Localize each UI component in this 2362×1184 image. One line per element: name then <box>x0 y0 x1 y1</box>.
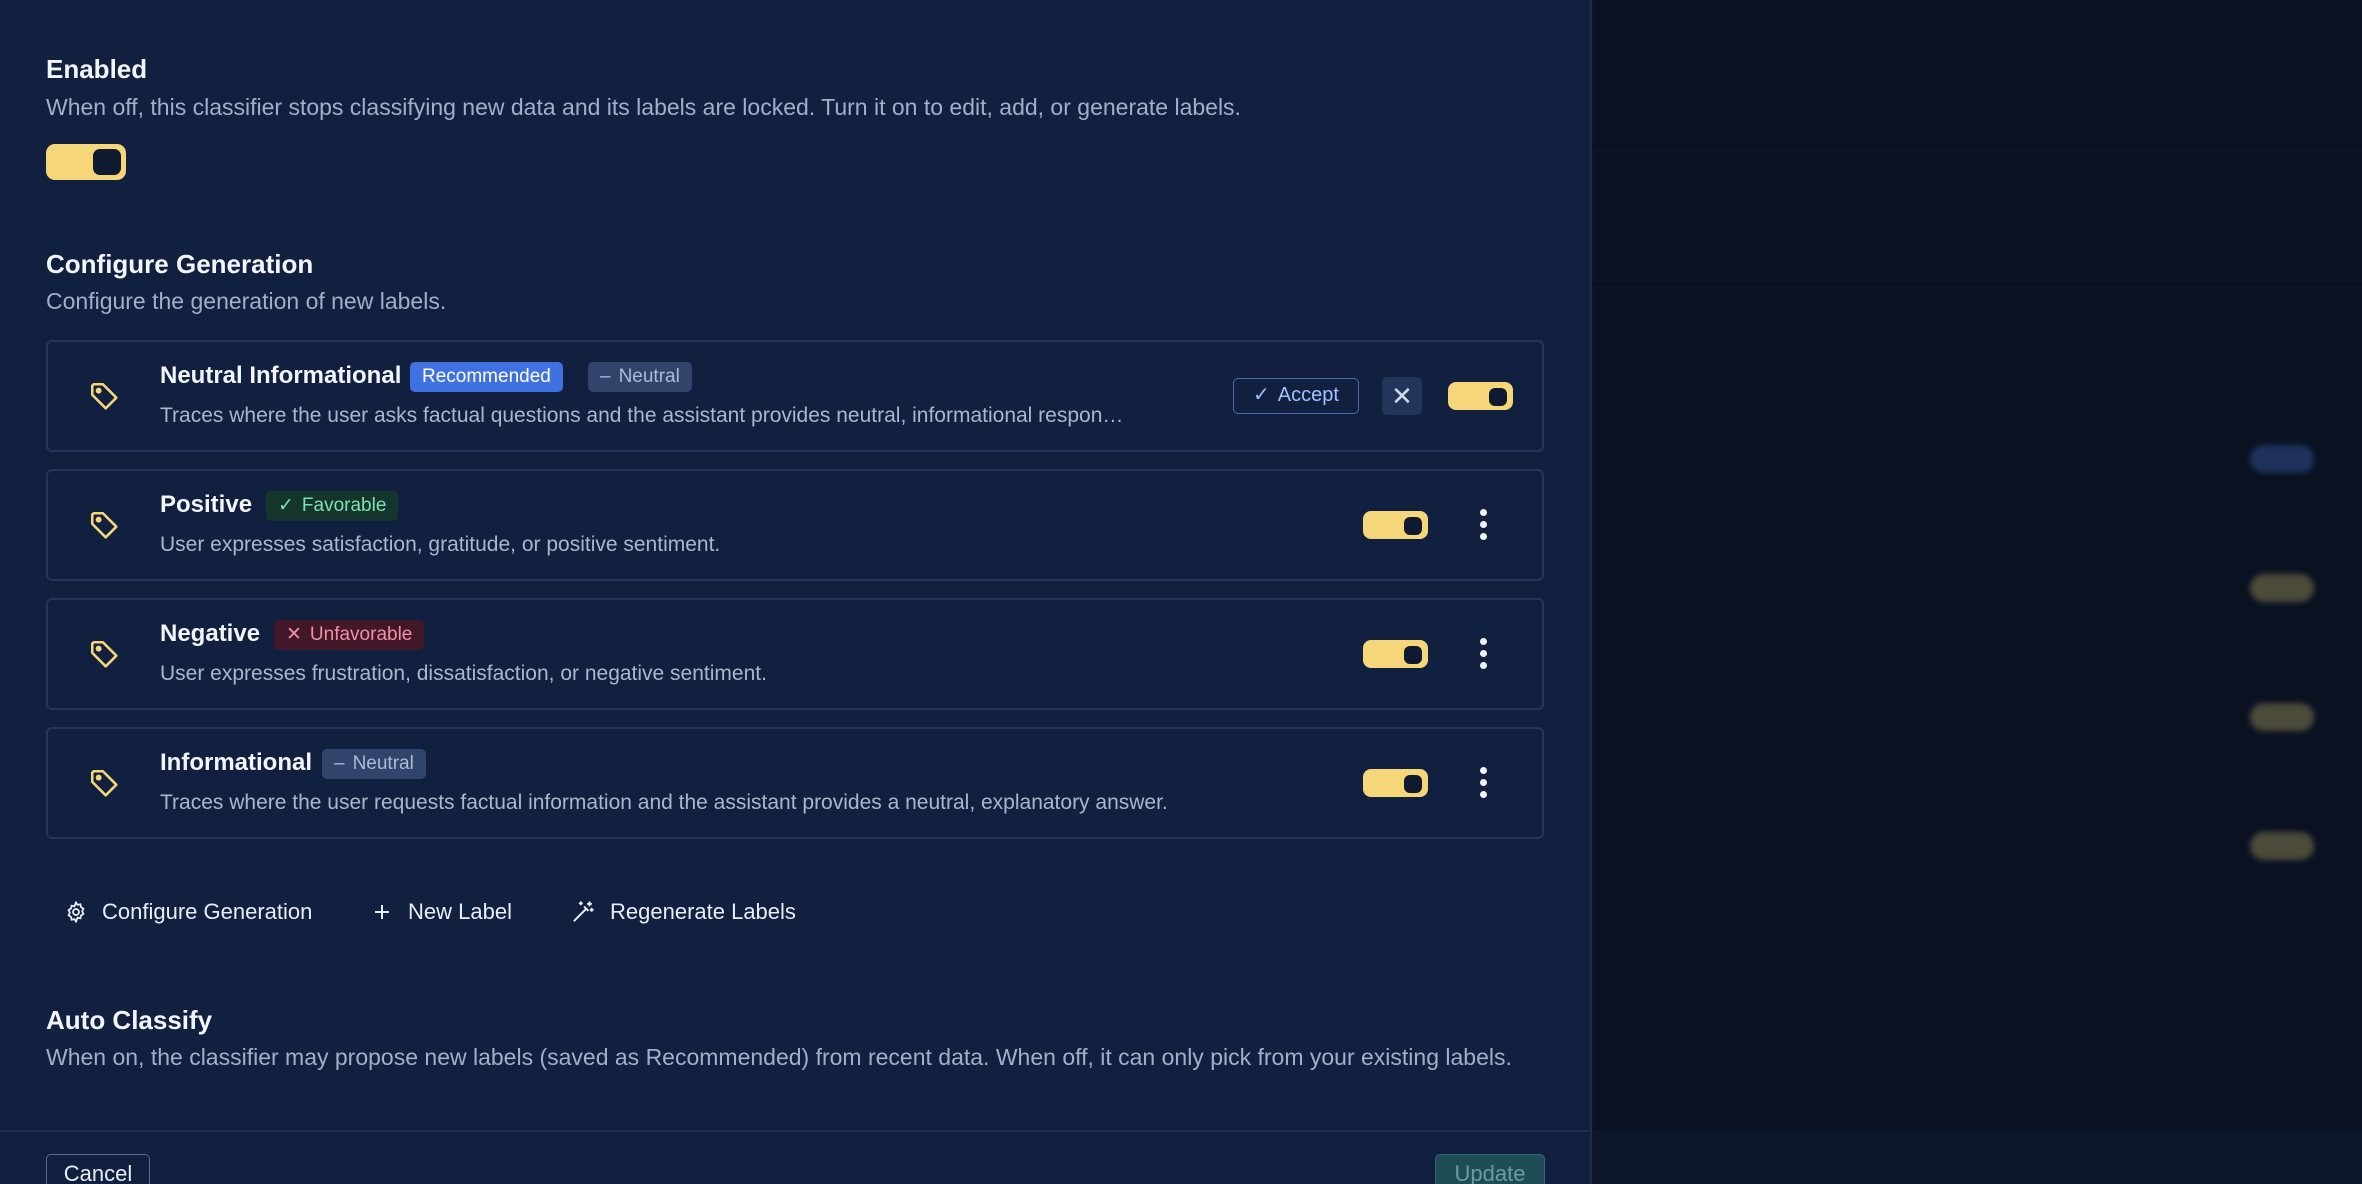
gear-icon <box>67 900 85 924</box>
label-enabled-toggle[interactable] <box>1363 511 1428 539</box>
accept-button[interactable]: ✓ Accept <box>1233 378 1359 414</box>
cancel-button[interactable]: Cancel <box>46 1154 150 1184</box>
label-description: Traces where the user asks factual quest… <box>160 404 1124 427</box>
label-name: Informational <box>160 749 313 776</box>
background-badge <box>2250 445 2314 473</box>
more-options-icon[interactable] <box>1478 509 1488 543</box>
classifier-settings-panel: Enabled When off, this classifier stops … <box>0 0 1592 1184</box>
check-icon: ✓ <box>1253 384 1270 406</box>
accept-label: Accept <box>1277 384 1339 406</box>
configure-generation-title: Configure Generation <box>46 249 314 279</box>
label-card-informational: Informational – Neutral Traces where the … <box>46 727 1544 839</box>
label-card-positive: Positive ✓ Favorable User expresses satis… <box>46 469 1544 581</box>
background-toggle <box>2250 832 2314 860</box>
enabled-title: Enabled <box>46 54 148 84</box>
minus-icon: – <box>600 366 611 387</box>
tag-icon <box>90 769 118 797</box>
label-description: User expresses satisfaction, gratitude, … <box>160 533 721 556</box>
configure-generation-description: Configure the generation of new labels. <box>46 288 447 314</box>
background-divider <box>1593 280 2362 281</box>
more-options-icon[interactable] <box>1478 638 1488 672</box>
toggle-knob <box>1404 646 1422 664</box>
background-divider <box>1593 150 2362 151</box>
new-label-label: New Label <box>408 899 512 924</box>
check-icon: ✓ <box>278 495 294 516</box>
configure-generation-label: Configure Generation <box>102 899 313 924</box>
reject-button[interactable]: ✕ <box>1382 377 1422 415</box>
magic-wand-icon <box>573 901 594 922</box>
unfavorable-badge: ✕ Unfavorable <box>274 620 425 650</box>
label-description: Traces where the user requests factual i… <box>160 791 1168 814</box>
plus-icon <box>375 905 389 919</box>
neutral-badge: – Neutral <box>588 362 692 392</box>
label-enabled-toggle[interactable] <box>1363 640 1428 668</box>
background-footer <box>1593 1130 2362 1184</box>
enabled-description: When off, this classifier stops classify… <box>46 94 1241 120</box>
label-enabled-toggle[interactable] <box>1363 769 1428 797</box>
footer-divider <box>0 1130 1592 1132</box>
more-options-icon[interactable] <box>1478 767 1488 801</box>
badge-text: Favorable <box>301 495 387 516</box>
tag-icon <box>90 640 118 668</box>
label-enabled-toggle[interactable] <box>1448 382 1513 410</box>
x-icon: ✕ <box>286 624 302 645</box>
badge-text: Neutral <box>618 366 680 387</box>
enabled-toggle[interactable] <box>46 144 126 180</box>
toggle-knob <box>1404 775 1422 793</box>
recommended-badge: Recommended <box>410 362 563 392</box>
neutral-badge: – Neutral <box>322 749 426 779</box>
toggle-knob <box>1404 517 1422 535</box>
close-icon: ✕ <box>1391 381 1413 411</box>
badge-text: Unfavorable <box>309 624 413 645</box>
new-label-button[interactable]: New Label <box>370 896 512 928</box>
label-card-negative: Negative ✕ Unfavorable User expresses fru… <box>46 598 1544 710</box>
background-toggle <box>2250 703 2314 731</box>
auto-classify-title: Auto Classify <box>46 1005 213 1035</box>
update-button[interactable]: Update <box>1435 1154 1545 1184</box>
label-name: Neutral Informational <box>160 362 402 389</box>
minus-icon: – <box>334 753 345 774</box>
toggle-knob <box>1489 388 1507 406</box>
favorable-badge: ✓ Favorable <box>266 491 399 521</box>
background-toggle <box>2250 574 2314 602</box>
toggle-knob <box>93 149 121 175</box>
configure-generation-button[interactable]: Configure Generation <box>64 896 312 928</box>
label-name: Positive <box>160 491 253 518</box>
label-name: Negative <box>160 620 261 647</box>
regenerate-labels-button[interactable]: Regenerate Labels <box>570 896 796 928</box>
dimmed-background <box>1593 0 2362 1184</box>
badge-text: Recommended <box>422 366 551 387</box>
label-description: User expresses frustration, dissatisfact… <box>160 662 767 685</box>
auto-classify-description: When on, the classifier may propose new … <box>46 1044 1512 1070</box>
regenerate-labels-label: Regenerate Labels <box>610 899 796 924</box>
label-card-neutral-informational: Neutral Informational Recommended – Neutr… <box>46 340 1544 452</box>
tag-icon <box>90 511 118 539</box>
tag-icon <box>90 382 118 410</box>
badge-text: Neutral <box>352 753 414 774</box>
